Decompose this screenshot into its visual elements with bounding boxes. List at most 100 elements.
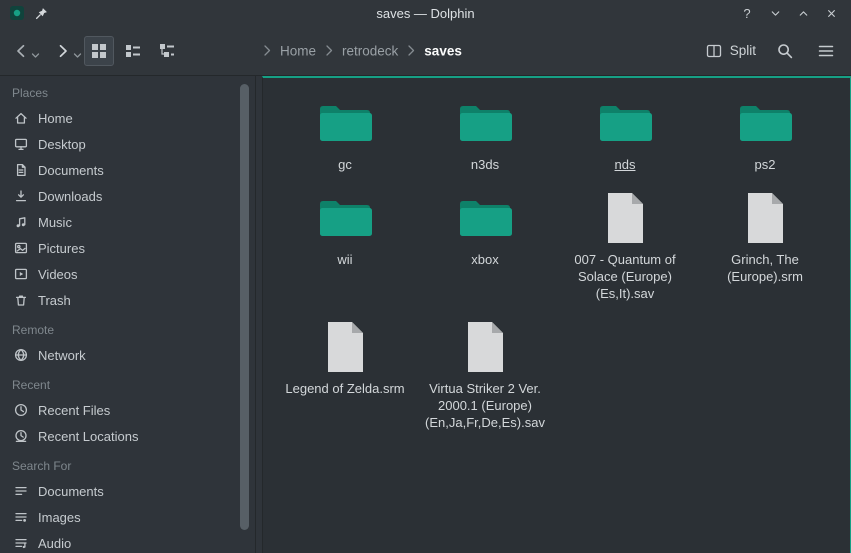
sidebar-item-label: Music [38,215,72,230]
folder-item[interactable]: ps2 [695,94,835,173]
music-icon [13,214,29,230]
item-label: xbox [471,251,498,268]
section-title-remote: Remote [0,318,255,342]
arrow-forward-icon [54,42,72,60]
folder-item[interactable]: n3ds [415,94,555,173]
breadcrumb-item-retrodeck[interactable]: retrodeck [342,43,398,58]
sidebar-scrollbar[interactable] [240,84,249,530]
sidebar-item-label: Images [38,510,81,525]
window-title: saves — Dolphin [0,6,851,21]
nav-group [10,40,84,62]
folder-icon [318,197,372,239]
search-documents-icon [13,483,29,499]
help-button[interactable]: ? [736,3,758,23]
sidebar-item-documents[interactable]: Documents [0,157,255,183]
icons-view-button[interactable] [84,36,114,66]
search-icon [776,42,794,60]
trash-icon [13,292,29,308]
split-view-icon [706,43,723,59]
sidebar-item-desktop[interactable]: Desktop [0,131,255,157]
folder-item[interactable]: gc [275,94,415,173]
folder-icon [458,102,512,144]
sidebar-item-label: Home [38,111,73,126]
item-label: wii [337,251,352,268]
sidebar-item-label: Desktop [38,137,86,152]
sidebar-item-search-images[interactable]: Images [0,504,255,530]
sidebar-item-videos[interactable]: Videos [0,261,255,287]
pin-icon[interactable] [34,6,49,21]
chevron-down-icon [769,7,782,20]
videos-icon [13,266,29,282]
recent-locations-icon [13,428,29,444]
folder-icon [458,197,512,239]
tree-view-icon [158,42,176,60]
item-label: n3ds [471,156,499,173]
sidebar-item-search-documents[interactable]: Documents [0,478,255,504]
section-title-places: Places [0,81,255,105]
folder-item[interactable]: nds [555,94,695,173]
sidebar-item-label: Recent Locations [38,429,138,444]
file-item[interactable]: Virtua Striker 2 Ver. 2000.1 (Europe) (E… [415,318,555,431]
back-button[interactable] [10,40,42,62]
breadcrumb-item-home[interactable]: Home [280,43,316,58]
breadcrumb-item-saves[interactable]: saves [424,43,462,58]
arrow-back-icon [12,42,30,60]
chevron-right-icon [263,45,271,57]
split-button-label: Split [730,43,756,58]
hamburger-icon [817,42,835,60]
chevron-down-icon [31,51,40,60]
chevron-right-icon [325,45,333,57]
sidebar-item-trash[interactable]: Trash [0,287,255,313]
sidebar-item-home[interactable]: Home [0,105,255,131]
menu-button[interactable] [812,37,840,65]
sidebar-item-recent-files[interactable]: Recent Files [0,397,255,423]
item-label: ps2 [755,156,776,173]
folder-item[interactable]: xbox [415,189,555,302]
sidebar-item-label: Videos [38,267,78,282]
toolbar: Home retrodeck saves Split [0,26,851,76]
downloads-icon [13,188,29,204]
tree-view-button[interactable] [152,36,182,66]
sidebar-item-pictures[interactable]: Pictures [0,235,255,261]
search-button[interactable] [771,37,799,65]
file-icon [323,320,367,374]
chevron-down-icon [73,51,82,60]
network-icon [13,347,29,363]
file-icon [463,320,507,374]
file-view[interactable]: gc n3ds nds [262,76,851,553]
forward-button[interactable] [52,40,84,62]
item-label: Virtua Striker 2 Ver. 2000.1 (Europe) (E… [421,380,549,431]
pictures-icon [13,240,29,256]
sidebar-item-downloads[interactable]: Downloads [0,183,255,209]
chevron-right-icon [407,45,415,57]
sidebar-item-network[interactable]: Network [0,342,255,368]
maximize-button[interactable] [792,3,814,23]
details-view-button[interactable] [118,36,148,66]
icon-grid: gc n3ds nds [275,94,850,431]
view-mode-group [84,36,182,66]
titlebar-left [9,5,49,21]
item-label: nds [615,156,636,173]
close-button[interactable] [820,3,842,23]
breadcrumb: Home retrodeck saves [263,43,462,58]
chevron-up-icon [797,7,810,20]
sidebar-item-label: Documents [38,484,104,499]
file-item[interactable]: Grinch, The (Europe).srm [695,189,835,302]
sidebar-item-label: Downloads [38,189,102,204]
minimize-button[interactable] [764,3,786,23]
details-view-icon [124,42,142,60]
sidebar-item-recent-locations[interactable]: Recent Locations [0,423,255,449]
sidebar-item-music[interactable]: Music [0,209,255,235]
sidebar-item-label: Trash [38,293,71,308]
icons-view-icon [90,42,108,60]
file-icon [743,191,787,245]
sidebar-item-label: Audio [38,536,71,551]
folder-icon [318,102,372,144]
split-button[interactable]: Split [704,39,758,63]
folder-item[interactable]: wii [275,189,415,302]
sidebar-item-search-audio[interactable]: Audio [0,530,255,553]
sidebar-item-label: Pictures [38,241,85,256]
item-label: 007 - Quantum of Solace (Europe) (Es,It)… [561,251,689,302]
file-item[interactable]: 007 - Quantum of Solace (Europe) (Es,It)… [555,189,695,302]
file-item[interactable]: Legend of Zelda.srm [275,318,415,431]
